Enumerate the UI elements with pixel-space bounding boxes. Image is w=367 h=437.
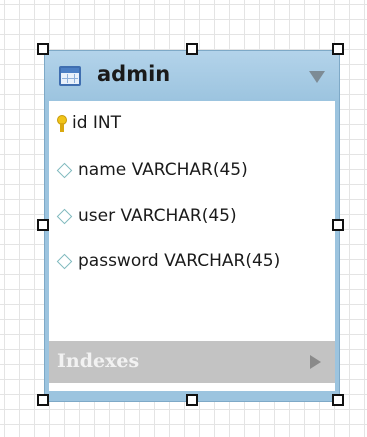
expand-arrow-icon[interactable]: [310, 355, 321, 369]
resize-handle-bottom[interactable]: [186, 394, 198, 406]
column-label: password VARCHAR(45): [78, 251, 281, 271]
entity-title: admin: [97, 62, 171, 86]
primary-key-icon: [57, 114, 67, 132]
resize-handle-bottom-left[interactable]: [37, 394, 49, 406]
resize-handle-right[interactable]: [332, 219, 344, 231]
column-diamond-icon: [56, 162, 73, 178]
indexes-section[interactable]: Indexes: [49, 341, 335, 383]
resize-handle-bottom-right[interactable]: [332, 394, 344, 406]
entity-header[interactable]: admin: [45, 51, 339, 101]
indexes-label: Indexes: [57, 350, 140, 372]
resize-handle-top-left[interactable]: [37, 43, 49, 55]
column-row-user[interactable]: user VARCHAR(45): [56, 202, 237, 230]
column-row-name[interactable]: name VARCHAR(45): [56, 156, 248, 184]
column-label: name VARCHAR(45): [78, 160, 248, 180]
column-diamond-icon: [56, 253, 73, 269]
resize-handle-left[interactable]: [37, 219, 49, 231]
collapse-arrow-icon[interactable]: [309, 71, 325, 83]
table-icon: [59, 66, 81, 86]
column-label: user VARCHAR(45): [78, 206, 237, 226]
resize-handle-top[interactable]: [186, 43, 198, 55]
resize-handle-top-right[interactable]: [332, 43, 344, 55]
admin-table-entity[interactable]: admin id INT name VARCHAR(45) user VARCH…: [44, 50, 340, 402]
column-row-password[interactable]: password VARCHAR(45): [56, 247, 281, 275]
column-diamond-icon: [56, 208, 73, 224]
column-row-id[interactable]: id INT: [57, 109, 121, 137]
column-label: id INT: [72, 113, 122, 133]
